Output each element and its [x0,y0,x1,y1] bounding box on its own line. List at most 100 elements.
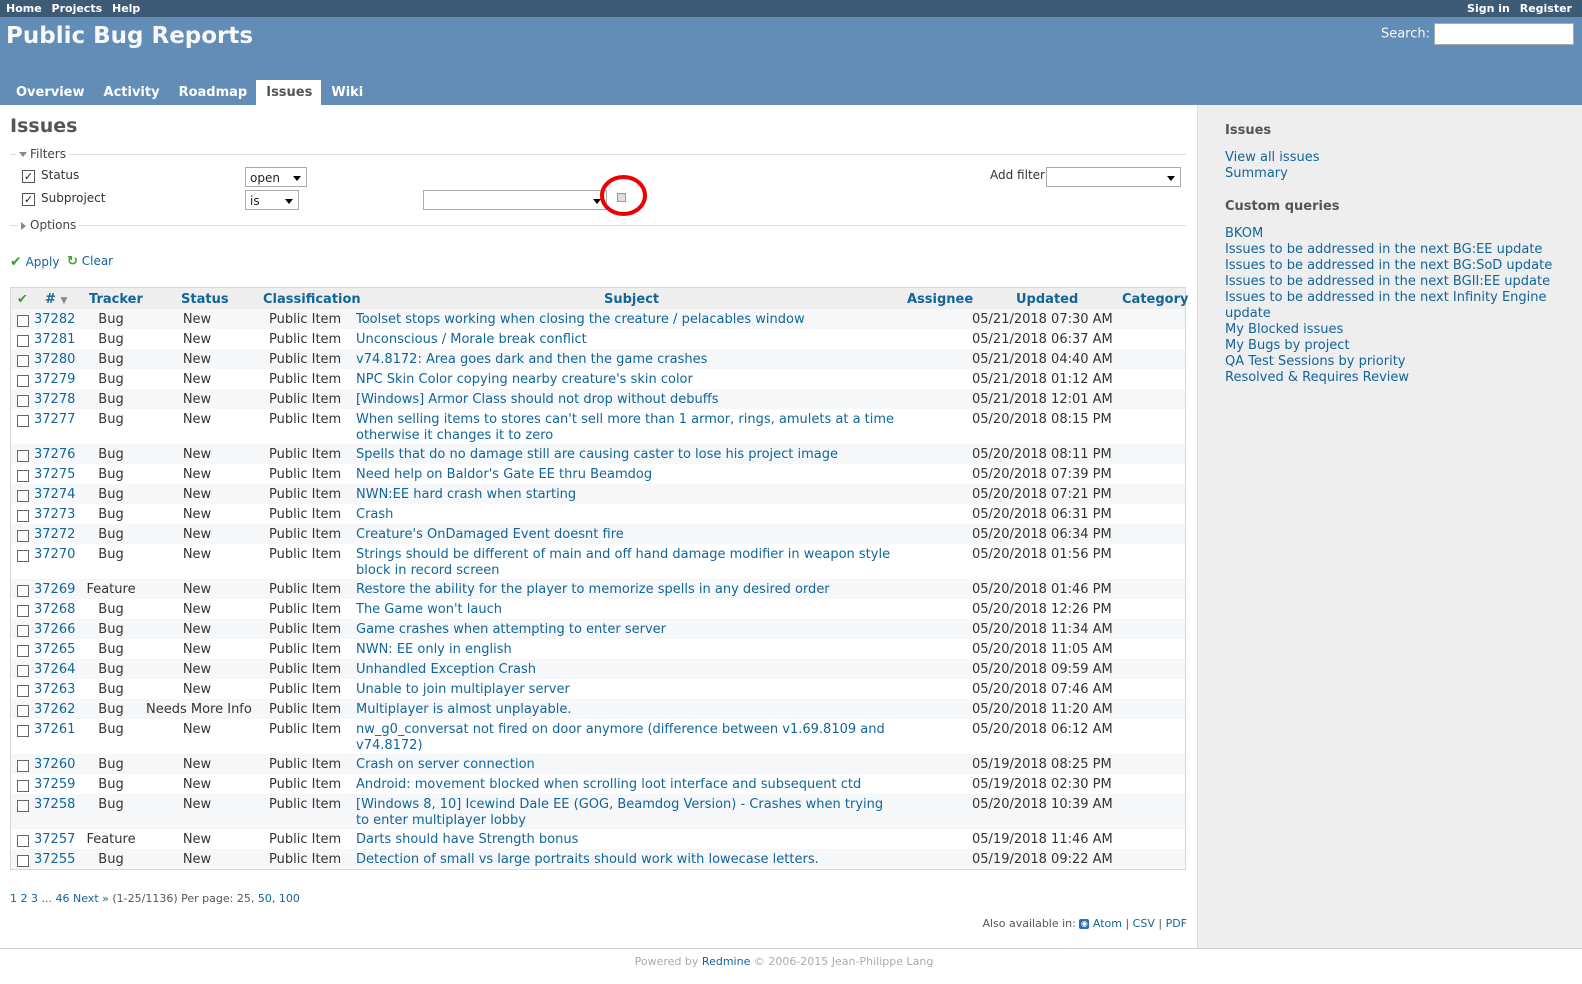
sidebar-query-my-bugs[interactable]: My Bugs by project [1225,338,1350,353]
issue-id-link[interactable]: 37260 [34,757,75,772]
row-checkbox[interactable] [17,335,29,347]
row-checkbox[interactable] [17,355,29,367]
issue-subject-link[interactable]: Unhandled Exception Crash [356,662,896,678]
filters-legend[interactable]: Filters [16,147,69,161]
sign-in-link[interactable]: Sign in [1467,2,1510,15]
issue-id-link[interactable]: 37277 [34,412,75,427]
issue-subject-link[interactable]: When selling items to stores can't sell … [356,412,896,444]
apply-button[interactable]: ✔ Apply [10,254,59,270]
issue-subject-link[interactable]: NWN:EE hard crash when starting [356,487,896,503]
filter-status-checkbox[interactable]: ✓ [22,170,35,183]
issue-id-link[interactable]: 37273 [34,507,75,522]
search-input[interactable] [1434,23,1574,45]
issue-id-link[interactable]: 37257 [34,832,75,847]
row-checkbox[interactable] [17,665,29,677]
issue-subject-link[interactable]: Toolset stops working when closing the c… [356,312,896,328]
row-checkbox[interactable] [17,450,29,462]
atom-link[interactable]: Atom [1093,917,1122,930]
clear-button[interactable]: ↻ Clear [67,254,113,269]
tab-issues[interactable]: Issues [256,80,322,105]
filter-subproject-checkbox[interactable]: ✓ [22,193,35,206]
column-header-updated[interactable]: Updated [1016,292,1078,307]
issue-subject-link[interactable]: Crash [356,507,896,523]
row-checkbox[interactable] [17,415,29,427]
page-link-2[interactable]: 2 [21,892,28,905]
filter-subproject-operator-select[interactable]: is [245,190,299,210]
issue-id-link[interactable]: 37261 [34,722,75,737]
tab-roadmap[interactable]: Roadmap [169,80,257,105]
issue-id-link[interactable]: 37255 [34,852,75,867]
issue-id-link[interactable]: 37264 [34,662,75,677]
sidebar-link-view-all-issues[interactable]: View all issues [1225,150,1319,165]
sidebar-query-bkom[interactable]: BKOM [1225,226,1263,241]
issue-id-link[interactable]: 37272 [34,527,75,542]
issue-id-link[interactable]: 37262 [34,702,75,717]
issue-subject-link[interactable]: Strings should be different of main and … [356,547,896,579]
row-checkbox[interactable] [17,685,29,697]
issue-subject-link[interactable]: Android: movement blocked when scrolling… [356,777,896,793]
row-checkbox[interactable] [17,605,29,617]
issue-id-link[interactable]: 37259 [34,777,75,792]
top-link-help[interactable]: Help [112,2,140,15]
row-checkbox[interactable] [17,530,29,542]
column-header-status[interactable]: Status [181,292,229,307]
sidebar-link-summary[interactable]: Summary [1225,166,1288,181]
row-checkbox[interactable] [17,395,29,407]
row-checkbox[interactable] [17,780,29,792]
issue-subject-link[interactable]: [Windows 8, 10] Icewind Dale EE (GOG, Be… [356,797,896,829]
toggle-all-checkmark-icon[interactable]: ✔ [17,292,28,307]
top-link-projects[interactable]: Projects [52,2,103,15]
issue-subject-link[interactable]: Detection of small vs large portraits sh… [356,852,896,868]
toggle-multiselect-button[interactable] [617,193,626,202]
row-checkbox[interactable] [17,510,29,522]
column-header-classification[interactable]: Classification [263,292,361,307]
issue-subject-link[interactable]: nw_g0_conversat not fired on door anymor… [356,722,896,754]
row-checkbox[interactable] [17,490,29,502]
filter-status-operator-select[interactable]: open [245,167,307,187]
issue-subject-link[interactable]: Crash on server connection [356,757,896,773]
row-checkbox[interactable] [17,625,29,637]
tab-overview[interactable]: Overview [6,80,94,105]
project-title[interactable]: Public Bug Reports [6,23,253,49]
issue-subject-link[interactable]: Unconscious / Morale break conflict [356,332,896,348]
issue-id-link[interactable]: 37266 [34,622,75,637]
per-page-50[interactable]: 50 [258,892,272,905]
options-legend[interactable]: Options [18,218,80,232]
issue-subject-link[interactable]: Spells that do no damage still are causi… [356,447,896,463]
issue-subject-link[interactable]: v74.8172: Area goes dark and then the ga… [356,352,896,368]
register-link[interactable]: Register [1520,2,1572,15]
issue-id-link[interactable]: 37280 [34,352,75,367]
sidebar-query-resolved-review[interactable]: Resolved & Requires Review [1225,370,1409,385]
issue-id-link[interactable]: 37278 [34,392,75,407]
row-checkbox[interactable] [17,800,29,812]
issue-id-link[interactable]: 37274 [34,487,75,502]
sidebar-query-my-blocked[interactable]: My Blocked issues [1225,322,1343,337]
column-header-id[interactable]: # ▼ [45,292,67,307]
tab-wiki[interactable]: Wiki [321,80,372,105]
column-header-tracker[interactable]: Tracker [89,292,143,307]
top-link-home[interactable]: Home [6,2,42,15]
column-header-category[interactable]: Category [1122,292,1188,307]
page-link-last[interactable]: 46 [56,892,70,905]
filter-subproject-value-select[interactable] [423,190,607,210]
issue-subject-link[interactable]: Darts should have Strength bonus [356,832,896,848]
issue-subject-link[interactable]: Restore the ability for the player to me… [356,582,896,598]
row-checkbox[interactable] [17,315,29,327]
per-page-100[interactable]: 100 [279,892,300,905]
issue-id-link[interactable]: 37268 [34,602,75,617]
row-checkbox[interactable] [17,645,29,657]
pdf-link[interactable]: PDF [1166,917,1187,930]
row-checkbox[interactable] [17,760,29,772]
issue-id-link[interactable]: 37281 [34,332,75,347]
row-checkbox[interactable] [17,725,29,737]
issue-subject-link[interactable]: [Windows] Armor Class should not drop wi… [356,392,896,408]
csv-link[interactable]: CSV [1133,917,1155,930]
issue-id-link[interactable]: 37279 [34,372,75,387]
issue-id-link[interactable]: 37282 [34,312,75,327]
issue-id-link[interactable]: 37270 [34,547,75,562]
issue-subject-link[interactable]: Creature's OnDamaged Event doesnt fire [356,527,896,543]
sidebar-query-infinity-engine[interactable]: Issues to be addressed in the next Infin… [1225,290,1547,305]
issue-id-link[interactable]: 37263 [34,682,75,697]
redmine-link[interactable]: Redmine [702,955,750,968]
issue-subject-link[interactable]: Multiplayer is almost unplayable. [356,702,896,718]
